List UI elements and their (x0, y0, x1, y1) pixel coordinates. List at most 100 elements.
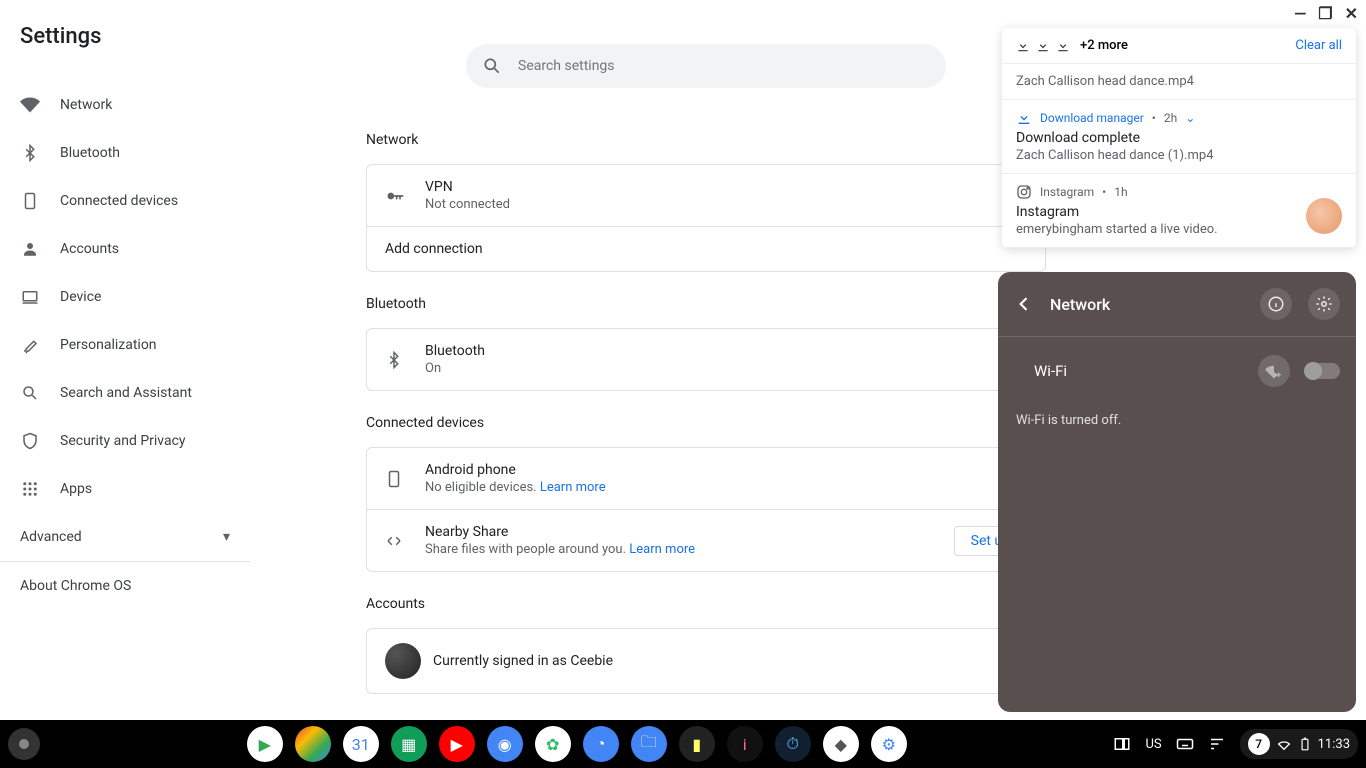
window-controls: — ❐ ✕ (1294, 4, 1358, 23)
notification-item[interactable]: Download manager • 2h ⌄ Download complet… (1002, 100, 1356, 174)
download-icon (1016, 110, 1032, 126)
wifi-icon (20, 95, 40, 115)
row-vpn[interactable]: VPN Not connected (367, 165, 1045, 227)
notification-item[interactable]: Zach Callison head dance.mp4 (1002, 64, 1356, 100)
notification-file: Zach Callison head dance.mp4 (1016, 74, 1342, 89)
shelf-app-chrome[interactable] (295, 726, 331, 762)
wifi-off-icon (1276, 736, 1292, 752)
battery-icon (1298, 737, 1312, 751)
wifi-status-message: Wi-Fi is turned off. (998, 405, 1356, 436)
sidebar-item-label: Advanced (20, 529, 82, 545)
sidebar-item-device[interactable]: Device (20, 273, 250, 321)
row-title: Bluetooth (425, 343, 485, 359)
section-title-bluetooth: Bluetooth (366, 296, 1046, 312)
row-subtitle: On (425, 361, 485, 376)
instagram-icon (1016, 184, 1032, 200)
chevron-down-icon[interactable]: ⌄ (1185, 111, 1195, 125)
settings-title: Settings (20, 24, 250, 49)
shelf-app-clock[interactable]: ◔ (583, 726, 619, 762)
ime-indicator[interactable]: US (1145, 737, 1161, 752)
sidebar-item-connected[interactable]: Connected devices (20, 177, 250, 225)
nearby-share-icon (385, 532, 405, 550)
clock-time: 11:33 (1318, 737, 1350, 752)
settings-sidebar: Settings Network Bluetooth Connected dev… (0, 0, 250, 610)
sidebar-item-label: Accounts (60, 241, 119, 257)
close-button[interactable]: ✕ (1345, 4, 1358, 23)
row-title: VPN (425, 179, 510, 195)
bluetooth-icon (20, 143, 40, 163)
row-account[interactable]: Currently signed in as Ceebie (367, 629, 1045, 693)
shelf-app-app-a[interactable]: ▮ (679, 726, 715, 762)
sidebar-item-network[interactable]: Network (20, 81, 250, 129)
row-android-phone[interactable]: Android phone No eligible devices. Learn… (367, 448, 1045, 510)
notification-time: 1h (1114, 185, 1127, 199)
notification-title: Instagram (1016, 204, 1342, 220)
chevron-down-icon: ▾ (223, 529, 230, 545)
wifi-label: Wi-Fi (1034, 362, 1242, 380)
search-icon (20, 383, 40, 403)
shelf-app-evernote[interactable]: ✿ (535, 726, 571, 762)
sidebar-item-label: Bluetooth (60, 145, 120, 161)
status-pill[interactable]: 7 11:33 (1240, 729, 1358, 759)
info-button[interactable] (1260, 288, 1292, 320)
shelf-app-settings[interactable]: ⚙ (871, 726, 907, 762)
sidebar-item-accounts[interactable]: Accounts (20, 225, 250, 273)
panel-title: Network (1050, 295, 1244, 314)
learn-more-link[interactable]: Learn more (629, 542, 695, 557)
clear-all-button[interactable]: Clear all (1295, 38, 1342, 53)
row-title: Nearby Share (425, 524, 695, 540)
shelf-app-camera[interactable]: ◉ (487, 726, 523, 762)
bluetooth-icon (385, 351, 405, 369)
sidebar-item-label: Security and Privacy (60, 433, 186, 449)
row-add-connection[interactable]: Add connection (367, 227, 1045, 271)
card-bluetooth: Bluetooth On ▸ (366, 328, 1046, 391)
dot-separator: • (1102, 185, 1106, 199)
system-tray[interactable]: US 7 11:33 (1113, 729, 1358, 759)
wifi-add-icon[interactable] (1258, 355, 1290, 387)
device-icon (20, 287, 40, 307)
shelf-app-sheets[interactable]: ▦ (391, 726, 427, 762)
download-icons (1016, 39, 1070, 53)
card-accounts: Currently signed in as Ceebie (366, 628, 1046, 694)
notification-more-count[interactable]: +2 more (1080, 38, 1128, 53)
shelf-app-app-b[interactable]: ⏱ (775, 726, 811, 762)
back-button[interactable] (1014, 294, 1034, 314)
shelf-app-play-store[interactable]: ▶ (247, 726, 283, 762)
sidebar-item-bluetooth[interactable]: Bluetooth (20, 129, 250, 177)
shelf-app-calendar[interactable]: 31 (343, 726, 379, 762)
settings-button[interactable] (1308, 288, 1340, 320)
sidebar-item-personalization[interactable]: Personalization (20, 321, 250, 369)
shelf: ▶ 31 ▦ ▶ ◉ ✿ ◔ 🗀 ▮ i ⏱ ◆ ⚙ US 7 11:33 (0, 720, 1366, 768)
shelf-app-files[interactable]: 🗀 (631, 726, 667, 762)
notification-source: Instagram (1040, 185, 1094, 199)
maximize-button[interactable]: ❐ (1318, 4, 1332, 23)
person-icon (20, 239, 40, 259)
shelf-app-youtube[interactable]: ▶ (439, 726, 475, 762)
sidebar-about[interactable]: About Chrome OS (20, 562, 250, 610)
sidebar-item-apps[interactable]: Apps (20, 465, 250, 513)
notification-item[interactable]: Instagram • 1h Instagram emerybingham st… (1002, 174, 1356, 248)
row-bluetooth[interactable]: Bluetooth On ▸ (367, 329, 1045, 390)
wifi-toggle[interactable] (1306, 363, 1340, 379)
section-title-network: Network (366, 132, 1046, 148)
launcher-button[interactable] (8, 728, 40, 760)
sidebar-item-security[interactable]: Security and Privacy (20, 417, 250, 465)
search-settings[interactable] (466, 44, 946, 88)
sidebar-item-label: Device (60, 289, 101, 305)
learn-more-link[interactable]: Learn more (540, 480, 606, 495)
row-title: Android phone (425, 462, 606, 478)
media-icon[interactable] (1208, 735, 1226, 753)
sidebar-advanced[interactable]: Advanced ▾ (20, 513, 250, 561)
keyboard-icon[interactable] (1176, 735, 1194, 753)
phone-icon (385, 470, 405, 488)
minimize-button[interactable]: — (1294, 4, 1306, 23)
apps-icon (20, 479, 40, 499)
sidebar-item-search-assistant[interactable]: Search and Assistant (20, 369, 250, 417)
search-input[interactable] (518, 58, 930, 74)
section-title-connected: Connected devices (366, 415, 1046, 431)
shelf-app-roblox[interactable]: ◆ (823, 726, 859, 762)
overview-icon[interactable] (1113, 735, 1131, 753)
row-nearby-share[interactable]: Nearby Share Share files with people aro… (367, 510, 1045, 571)
notification-header: +2 more Clear all (1002, 28, 1356, 64)
shelf-app-ibis[interactable]: i (727, 726, 763, 762)
